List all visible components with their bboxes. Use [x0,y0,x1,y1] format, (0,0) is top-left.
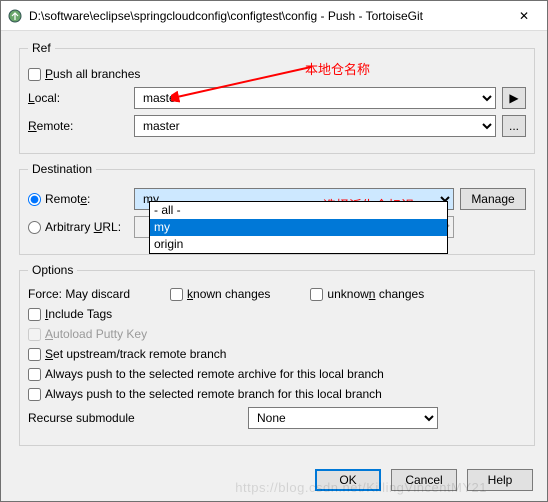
close-icon: ✕ [519,9,529,23]
include-tags-label: Include Tags [45,307,112,321]
options-legend: Options [28,263,77,277]
recurse-submodule-label: Recurse submodule [28,411,248,425]
ok-label: OK [339,473,356,487]
ref-group: Ref PPush all branchesush all branches L… [19,41,535,154]
always-archive-input[interactable] [28,368,41,381]
help-label: Help [488,473,513,487]
unknown-changes-input[interactable] [310,288,323,301]
unknown-changes-checkbox[interactable]: unknown changes unknown changes [310,287,424,301]
window-title: D:\software\eclipse\springcloudconfig\co… [29,9,501,23]
arbitrary-url-radio[interactable]: Arbitrary URL: Arbitrary URL: [28,220,134,234]
dropdown-option-my[interactable]: my [150,219,447,236]
set-upstream-checkbox[interactable]: Set upstream/track remote branchSet upst… [28,347,226,361]
always-archive-checkbox[interactable]: Always push to the selected remote archi… [28,367,384,381]
button-bar: OK Cancel Help [315,469,533,491]
known-changes-label: known changes [187,287,270,301]
help-button[interactable]: Help [467,469,533,491]
local-label: Local: [28,91,134,105]
play-icon: ▶ [509,91,518,105]
always-branch-input[interactable] [28,388,41,401]
local-combo[interactable]: master [134,87,496,109]
ref-legend: Ref [28,41,55,55]
options-group: Options Force: May discard known changes… [19,263,535,446]
arbitrary-url-radio-input[interactable] [28,221,41,234]
push-all-branches-checkbox[interactable]: PPush all branchesush all branches [28,67,140,81]
dialog-window: D:\software\eclipse\springcloudconfig\co… [0,0,548,502]
include-tags-checkbox[interactable]: Include TagsInclude Tags [28,307,112,321]
autoload-putty-input [28,328,41,341]
destination-legend: Destination [28,162,96,176]
push-all-branches-label: PPush all branchesush all branches [45,67,140,81]
destination-remote-dropdown-list[interactable]: - all - my origin [149,201,448,254]
ok-button[interactable]: OK [315,469,381,491]
manage-label: Manage [471,192,514,206]
dots-icon: ... [509,119,519,133]
set-upstream-label: Set upstream/track remote branch [45,347,226,361]
include-tags-input[interactable] [28,308,41,321]
always-branch-checkbox[interactable]: Always push to the selected remote branc… [28,387,382,401]
dropdown-option-origin[interactable]: origin [150,236,447,253]
local-play-button[interactable]: ▶ [502,87,526,109]
autoload-putty-label: Autoload Putty Key [45,327,147,341]
push-all-branches-input[interactable] [28,68,41,81]
arbitrary-url-radio-label: Arbitrary URL: [45,220,121,234]
remote-ref-label: Remote: [28,119,134,133]
cancel-button[interactable]: Cancel [391,469,457,491]
known-changes-checkbox[interactable]: known changes known changes [170,287,270,301]
cancel-label: Cancel [405,473,442,487]
destination-remote-radio-input[interactable] [28,193,41,206]
remote-dots-button[interactable]: ... [502,115,526,137]
set-upstream-input[interactable] [28,348,41,361]
manage-button[interactable]: Manage [460,188,526,210]
always-archive-label: Always push to the selected remote archi… [45,367,384,381]
destination-remote-radio-label: Remote: [45,192,90,206]
titlebar: D:\software\eclipse\springcloudconfig\co… [1,1,547,31]
close-button[interactable]: ✕ [501,1,547,31]
dropdown-option-all[interactable]: - all - [150,202,447,219]
always-branch-label: Always push to the selected remote branc… [45,387,382,401]
force-label: Force: May discard [28,287,130,301]
known-changes-input[interactable] [170,288,183,301]
app-icon [7,8,23,24]
unknown-changes-label: unknown changes [327,287,424,301]
recurse-submodule-combo[interactable]: None [248,407,438,429]
autoload-putty-checkbox: Autoload Putty KeyAutoload Putty Key [28,327,147,341]
destination-remote-radio[interactable]: Remote: Remote: [28,192,134,206]
remote-ref-combo[interactable]: master [134,115,496,137]
